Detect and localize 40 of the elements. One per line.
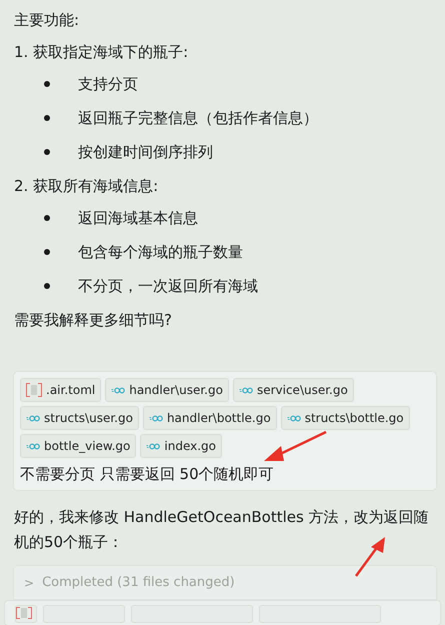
list-item: 支持分页	[78, 74, 138, 95]
file-chip[interactable]: structs\user.go	[20, 406, 139, 430]
bullet-icon	[44, 249, 50, 255]
go-file-icon	[111, 386, 126, 394]
reply-text: 好的，我来修改 HandleGetOceanBottles 方法，改为返回随机的50个瓶子：	[14, 507, 430, 553]
bracket-icon	[16, 606, 32, 620]
annotation-arrow	[355, 537, 385, 577]
file-chip[interactable]: index.go	[140, 434, 222, 458]
go-file-icon	[26, 414, 40, 422]
list-item: 返回瓶子完整信息（包括作者信息）	[78, 108, 318, 129]
file-chip[interactable]: structs\bottle.go	[280, 406, 410, 430]
file-chip[interactable]	[15, 605, 37, 623]
go-file-icon	[286, 414, 301, 422]
file-chip[interactable]: handler\user.go	[105, 378, 229, 402]
heading-text: 主要功能:	[14, 10, 80, 31]
list-item: 返回海域基本信息	[78, 208, 198, 229]
bracket-icon	[26, 383, 42, 397]
list-item: 不分页，一次返回所有海域	[78, 276, 258, 297]
list-heading: 1. 获取指定海域下的瓶子:	[14, 42, 188, 63]
bullet-icon	[44, 81, 50, 87]
annotation-arrow	[264, 430, 327, 461]
list-item: 包含每个海域的瓶子数量	[78, 242, 243, 263]
chevron-text: >	[24, 576, 34, 590]
bullet-icon	[44, 115, 50, 121]
go-file-icon	[148, 414, 163, 422]
go-file-icon	[26, 442, 40, 450]
message-text: 不需要分页 只需要返回 50个随机即可	[20, 464, 275, 485]
file-chip[interactable]: service\user.go	[232, 378, 354, 402]
file-chip[interactable]: handler\bottle.go	[142, 406, 277, 430]
bullet-icon	[44, 149, 50, 155]
question-text: 需要我解释更多细节吗?	[14, 310, 172, 331]
list-heading: 2. 获取所有海域信息:	[14, 176, 158, 197]
list-item: 按创建时间倒序排列	[78, 142, 213, 163]
bullet-icon	[44, 215, 50, 221]
file-chip[interactable]: .air.toml	[20, 378, 102, 402]
bullet-icon	[44, 283, 50, 289]
go-file-icon	[238, 386, 253, 394]
go-file-icon	[146, 442, 160, 450]
status-label: Completed (31 files changed)	[42, 575, 235, 590]
file-chip[interactable]: bottle_view.go	[20, 434, 136, 458]
